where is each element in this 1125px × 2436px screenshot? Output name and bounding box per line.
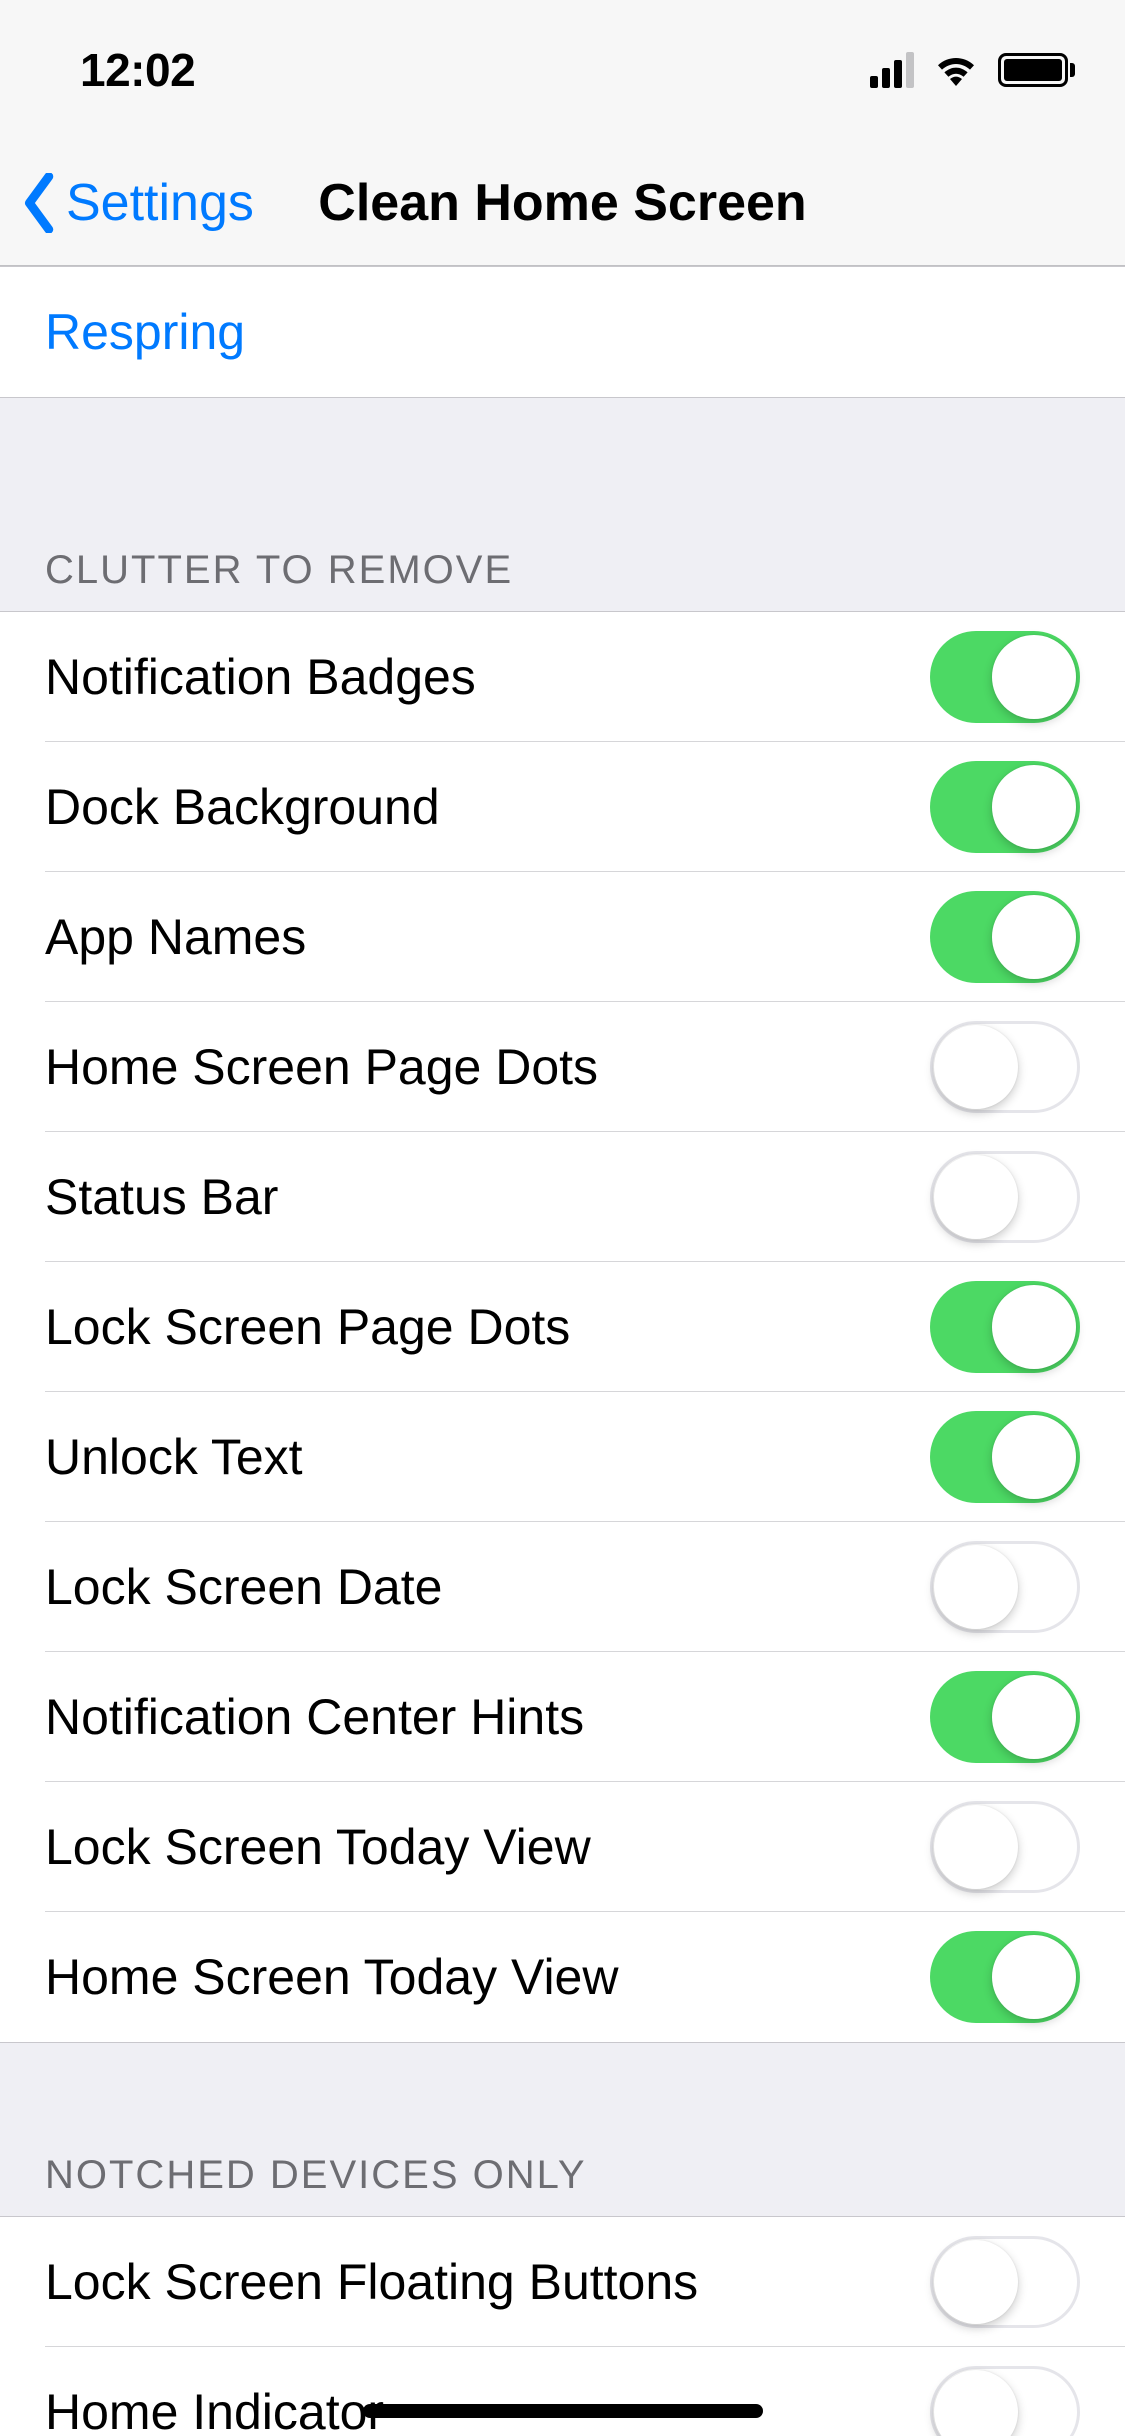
settings-row-label: Notification Badges [45, 648, 476, 706]
settings-row: Home Screen Page Dots [0, 1002, 1125, 1132]
toggle-switch[interactable] [930, 1931, 1080, 2023]
toggle-knob [992, 1935, 1076, 2019]
settings-row-label: Home Screen Today View [45, 1948, 618, 2006]
settings-row: App Names [0, 872, 1125, 1002]
settings-row-label: Lock Screen Page Dots [45, 1298, 570, 1356]
settings-row: Notification Center Hints [0, 1652, 1125, 1782]
toggle-switch[interactable] [930, 891, 1080, 983]
toggle-switch[interactable] [930, 1281, 1080, 1373]
toggle-knob [992, 1415, 1076, 1499]
home-indicator-bar[interactable] [363, 2404, 763, 2418]
respring-button[interactable]: Respring [0, 267, 1125, 397]
settings-row: Lock Screen Today View [0, 1782, 1125, 1912]
toggle-switch[interactable] [930, 1671, 1080, 1763]
toggle-switch[interactable] [930, 1021, 1080, 1113]
back-button[interactable]: Settings [20, 173, 254, 233]
settings-row: Lock Screen Page Dots [0, 1262, 1125, 1392]
settings-row-label: Home Screen Page Dots [45, 1038, 598, 1096]
chevron-left-icon [20, 173, 60, 233]
content-scroll[interactable]: Respring CLUTTER TO REMOVENotification B… [0, 266, 1125, 2436]
toggle-switch[interactable] [930, 1801, 1080, 1893]
toggle-knob [992, 1285, 1076, 1369]
settings-row: Notification Badges [0, 612, 1125, 742]
wifi-icon [932, 50, 980, 91]
section-header: CLUTTER TO REMOVE [0, 518, 1125, 611]
back-label: Settings [66, 173, 254, 233]
toggle-knob [934, 1805, 1018, 1889]
toggle-knob [934, 2370, 1018, 2436]
battery-icon [998, 53, 1075, 87]
settings-row: Home Indicator [0, 2347, 1125, 2436]
status-time: 12:02 [80, 43, 195, 97]
toggle-knob [992, 765, 1076, 849]
toggle-switch[interactable] [930, 761, 1080, 853]
settings-row-label: Status Bar [45, 1168, 278, 1226]
settings-row: Lock Screen Floating Buttons [0, 2217, 1125, 2347]
nav-bar: Settings Clean Home Screen [0, 140, 1125, 266]
top-action-group: Respring [0, 266, 1125, 398]
status-bar: 12:02 [0, 0, 1125, 140]
settings-row-label: Lock Screen Today View [45, 1818, 591, 1876]
settings-row: Lock Screen Date [0, 1522, 1125, 1652]
settings-row-label: Home Indicator [45, 2383, 384, 2436]
settings-row-label: App Names [45, 908, 306, 966]
toggle-knob [992, 895, 1076, 979]
toggle-knob [992, 635, 1076, 719]
settings-group: Notification Badges Dock Background App Na… [0, 611, 1125, 2043]
toggle-switch[interactable] [930, 1151, 1080, 1243]
cellular-icon [870, 52, 914, 88]
toggle-switch[interactable] [930, 631, 1080, 723]
toggle-knob [934, 1545, 1018, 1629]
settings-row-label: Dock Background [45, 778, 440, 836]
settings-row: Dock Background [0, 742, 1125, 872]
toggle-switch[interactable] [930, 1411, 1080, 1503]
settings-group: Lock Screen Floating Buttons Home Indicat… [0, 2216, 1125, 2436]
toggle-knob [934, 1025, 1018, 1109]
status-indicators [870, 50, 1075, 91]
toggle-switch[interactable] [930, 2366, 1080, 2436]
settings-row-label: Lock Screen Floating Buttons [45, 2253, 698, 2311]
toggle-knob [934, 2240, 1018, 2324]
settings-row-label: Lock Screen Date [45, 1558, 442, 1616]
settings-row: Home Screen Today View [0, 1912, 1125, 2042]
settings-row-label: Unlock Text [45, 1428, 303, 1486]
section-header: NOTCHED DEVICES ONLY [0, 2123, 1125, 2216]
toggle-switch[interactable] [930, 2236, 1080, 2328]
toggle-knob [992, 1675, 1076, 1759]
settings-row-label: Notification Center Hints [45, 1688, 584, 1746]
settings-row: Status Bar [0, 1132, 1125, 1262]
respring-label: Respring [45, 303, 245, 361]
settings-row: Unlock Text [0, 1392, 1125, 1522]
toggle-knob [934, 1155, 1018, 1239]
toggle-switch[interactable] [930, 1541, 1080, 1633]
